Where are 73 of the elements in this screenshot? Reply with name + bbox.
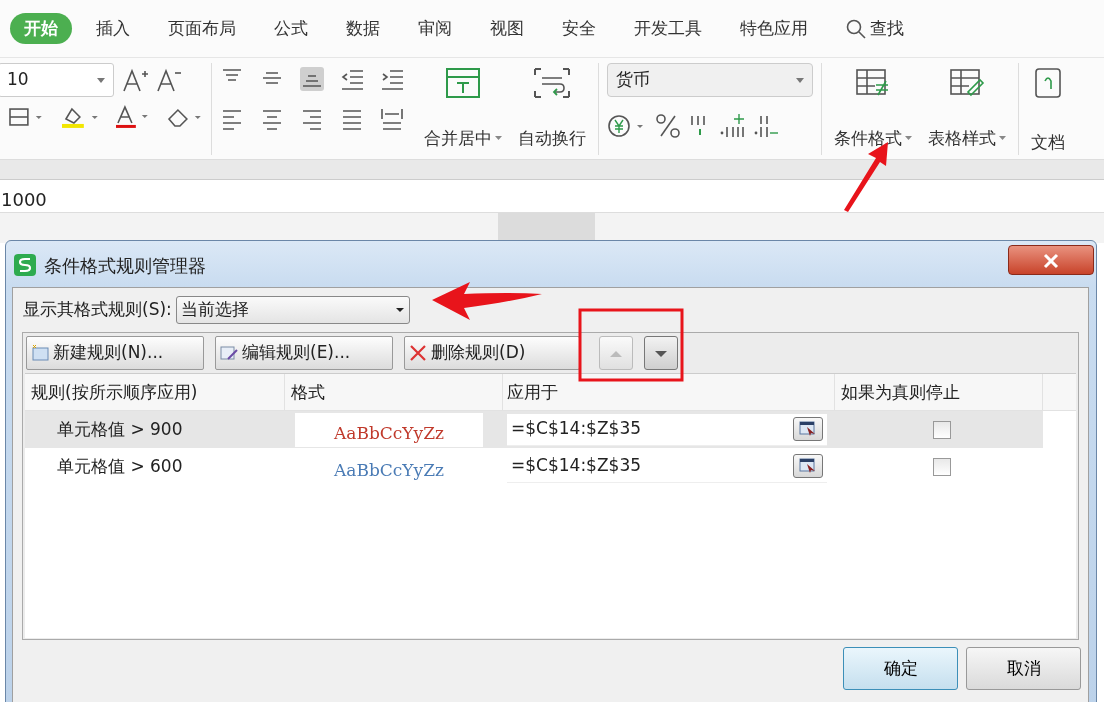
distribute-icon[interactable] <box>380 107 404 131</box>
border-icon[interactable] <box>8 106 44 128</box>
merge-cells-icon <box>445 67 481 99</box>
ribbon-tab[interactable]: 安全 <box>548 12 610 45</box>
caret-icon <box>999 136 1006 141</box>
dialog-title: 条件格式规则管理器 <box>44 253 206 278</box>
align-right-icon[interactable] <box>300 107 324 131</box>
ribbon-tab[interactable]: 视图 <box>476 12 538 45</box>
ribbon-tab[interactable]: 开发工具 <box>620 12 716 45</box>
rule-condition: 单元格值 > 600 <box>56 455 183 476</box>
delete-rule-button[interactable]: 删除规则(D) <box>404 336 580 370</box>
range-picker-icon[interactable] <box>799 458 817 474</box>
ribbon-tab[interactable]: 页面布局 <box>154 12 250 45</box>
caret-icon <box>394 305 405 315</box>
range-field[interactable]: =$C$14:$Z$35 <box>507 413 827 446</box>
stop-checkbox[interactable] <box>933 420 951 439</box>
caret-icon <box>97 77 105 83</box>
up-arrow-icon <box>610 349 622 358</box>
close-icon <box>1043 252 1059 269</box>
ribbon-tab[interactable]: 插入 <box>82 12 144 45</box>
decrease-decimal-icon[interactable] <box>753 113 779 139</box>
number-format-dropdown[interactable]: 货币 <box>607 63 813 97</box>
rule-row[interactable]: 单元格值 > 900 AaBbCcYyZz =$C$14:$Z$35 <box>25 411 1043 448</box>
decrease-indent-icon[interactable] <box>340 67 364 91</box>
column-header[interactable]: 应用于 <box>503 373 835 411</box>
rule-row[interactable]: 单元格值 > 600 AaBbCcYyZz =$C$14:$Z$35 <box>25 448 1043 485</box>
conditional-format-button[interactable]: 条件格式 <box>830 125 916 151</box>
caret-icon <box>905 136 912 141</box>
column-header[interactable]: 格式 <box>285 373 503 411</box>
move-down-button[interactable] <box>644 336 678 370</box>
merge-center-button[interactable]: 合并居中 <box>420 125 506 151</box>
wrap-text-icon <box>533 67 571 99</box>
rule-condition: 单元格值 > 900 <box>56 418 183 439</box>
percent-icon[interactable] <box>655 113 681 139</box>
increase-decimal-icon[interactable] <box>719 113 745 139</box>
ribbon-tab[interactable]: 公式 <box>260 12 322 45</box>
align-bottom-icon[interactable] <box>300 67 324 91</box>
search-icon <box>846 18 866 39</box>
show-rules-dropdown[interactable]: 当前选择 <box>175 296 410 324</box>
ribbon-tab[interactable]: 特色应用 <box>726 12 822 45</box>
font-size-field[interactable]: 10 <box>0 63 114 97</box>
delete-x-icon <box>409 344 427 362</box>
align-center-icon[interactable] <box>260 107 284 131</box>
caret-icon <box>796 77 804 83</box>
column-header[interactable]: 如果为真则停止 <box>835 373 1043 411</box>
document-button[interactable]: 文档 <box>1027 129 1069 155</box>
table-style-button[interactable]: 表格样式 <box>924 125 1010 151</box>
ribbon-tab[interactable]: 数据 <box>332 12 394 45</box>
fill-color-icon[interactable] <box>59 105 100 129</box>
range-picker-icon[interactable] <box>799 421 817 437</box>
grow-font-icon[interactable] <box>122 67 148 93</box>
down-arrow-icon <box>655 349 667 358</box>
formula-value[interactable]: 1000 <box>1 189 47 210</box>
new-rule-button[interactable]: 新建规则(N)... <box>26 336 204 370</box>
shrink-font-icon[interactable] <box>156 67 182 93</box>
search-label[interactable]: 查找 <box>870 15 904 42</box>
app-logo-icon <box>14 254 36 276</box>
increase-indent-icon[interactable] <box>380 67 404 91</box>
edit-rule-button[interactable]: 编辑规则(E)... <box>215 336 393 370</box>
close-button[interactable] <box>1008 245 1094 275</box>
ok-button[interactable]: 确定 <box>843 647 958 690</box>
wrap-text-button[interactable]: 自动换行 <box>514 125 590 151</box>
justify-icon[interactable] <box>340 107 364 131</box>
column-header[interactable]: 规则(按所示顺序应用) <box>25 373 285 411</box>
format-preview: AaBbCcYyZz <box>295 412 483 447</box>
align-left-icon[interactable] <box>220 107 244 131</box>
cancel-button[interactable]: 取消 <box>966 647 1081 690</box>
ribbon-tab[interactable]: 审阅 <box>404 12 466 45</box>
caret-icon <box>495 136 502 141</box>
table-pencil-icon <box>949 67 985 99</box>
stop-checkbox[interactable] <box>933 457 951 476</box>
show-rules-label: 显示其格式规则(S): <box>23 298 172 322</box>
document-icon <box>1033 67 1063 99</box>
